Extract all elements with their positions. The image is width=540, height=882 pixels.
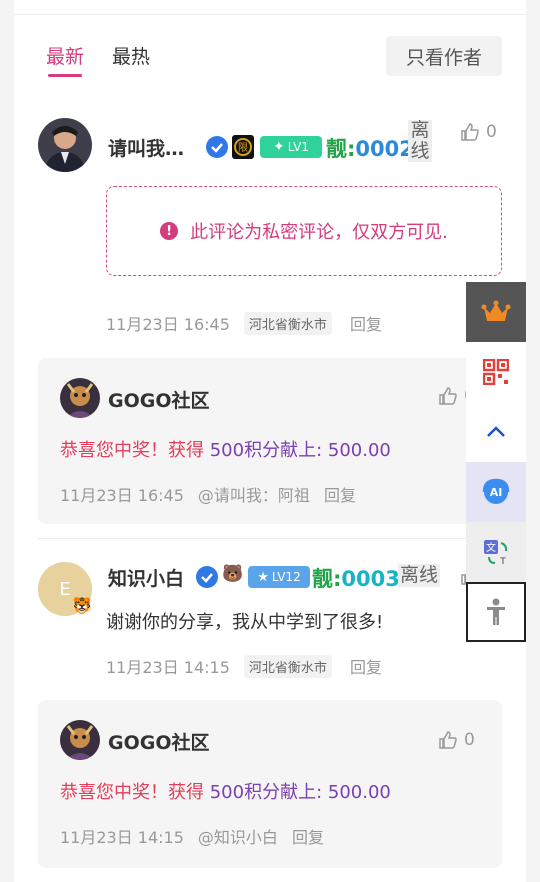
thumbs-up-icon (461, 123, 479, 141)
ai-icon: AI (482, 478, 510, 504)
svg-text:文: 文 (486, 541, 496, 554)
comment-meta: 11月23日 14:15 河北省衡水市 回复 (106, 654, 382, 678)
medal-icon: 限 (232, 135, 254, 159)
translate-button[interactable]: 文T (466, 522, 526, 582)
qrcode-button[interactable] (466, 342, 526, 402)
tab-latest[interactable]: 最新 (46, 42, 85, 77)
reply-text-amount: 500.00 (327, 782, 391, 803)
reply-text-amount: 500.00 (327, 440, 391, 461)
avatar[interactable] (60, 720, 100, 760)
avatar[interactable] (38, 118, 92, 172)
liang-number: 靓:0003 (312, 563, 400, 593)
level-badge: ★ LV12 (248, 566, 310, 588)
username[interactable]: 请叫我… (108, 134, 184, 161)
liang-digits: 0003 (341, 567, 400, 591)
svg-text:AI: AI (490, 486, 503, 499)
tab-hot-label: 最热 (112, 46, 151, 68)
location-tag: 河北省衡水市 (243, 654, 332, 678)
private-comment-notice: ! 此评论为私密评论，仅双方可见. (106, 186, 502, 276)
reply-text-points: 500积分献上: (209, 782, 323, 803)
tab-hot[interactable]: 最热 (112, 42, 150, 69)
reply-button[interactable]: 回复 (292, 828, 324, 847)
comment-time: 11月23日 16:45 (106, 315, 230, 334)
comment-time: 11月23日 14:15 (106, 658, 230, 677)
like-button[interactable]: 0 (438, 730, 475, 750)
level-text: LV1 (287, 140, 309, 154)
diamond-icon: ✦ (273, 139, 285, 155)
svg-text:T: T (499, 557, 506, 567)
accessibility-button[interactable] (466, 582, 526, 642)
like-count: 0 (486, 122, 497, 142)
comments-card: 最新 最热 只看作者 请叫我… 限 ✦ LV1 靓:0002 离线 0 ! 此评… (14, 0, 526, 882)
crown-icon (481, 300, 511, 321)
alert-icon: ! (160, 222, 179, 240)
level-badge: ✦ LV1 (260, 136, 322, 158)
like-count: 0 (464, 730, 475, 750)
reply-content: 恭喜您中奖！获得 500积分献上: 500.00 (60, 436, 391, 462)
ai-button[interactable]: AI (466, 462, 526, 522)
liang-digits: 0002 (355, 137, 414, 161)
reply-content: 恭喜您中奖！获得 500积分献上: 500.00 (60, 778, 391, 804)
reply-username[interactable]: GOGO社区 (108, 386, 210, 413)
page: 最新 最热 只看作者 请叫我… 限 ✦ LV1 靓:0002 离线 0 ! 此评… (0, 0, 540, 882)
accessibility-icon (487, 598, 505, 625)
reply-time: 11月23日 16:45 (60, 486, 184, 505)
reply-mention[interactable]: @知识小白 (198, 828, 278, 847)
reply-button[interactable]: 回复 (324, 486, 356, 505)
reply-box: GOGO社区 0 恭喜您中奖！获得 500积分献上: 500.00 11月23日… (38, 700, 502, 868)
private-notice-text: 此评论为私密评论，仅双方可见. (190, 222, 448, 243)
username[interactable]: 知识小白 (108, 564, 184, 591)
liang-prefix: 靓: (326, 137, 356, 161)
reply-text-prize: 恭喜您中奖！获得 (60, 440, 204, 461)
crown-button[interactable] (466, 282, 526, 342)
scroll-top-button[interactable] (466, 402, 526, 462)
bear-badge-icon: 🐻 (222, 564, 244, 584)
thumbs-up-icon (439, 387, 457, 405)
animal-badge-icon: 🐯 (72, 596, 92, 615)
like-button[interactable]: 0 (460, 122, 497, 142)
reply-text-prize: 恭喜您中奖！获得 (60, 782, 204, 803)
scroll-top-icon (487, 426, 505, 437)
comment-content: 谢谢你的分享，我从中学到了很多! (106, 612, 384, 633)
reply-username[interactable]: GOGO社区 (108, 728, 210, 755)
status-badge: 离线 (408, 120, 432, 162)
only-author-button[interactable]: 只看作者 (386, 36, 502, 76)
location-tag: 河北省衡水市 (243, 311, 332, 335)
reply-text-points: 500积分献上: (209, 440, 323, 461)
floating-toolbar: AI 文T (466, 282, 526, 642)
avatar[interactable] (60, 378, 100, 418)
active-tab-underline (48, 74, 82, 77)
verified-icon (196, 566, 218, 588)
sort-tabs: 最新 最热 只看作者 (14, 36, 526, 80)
reply-time: 11月23日 14:15 (60, 828, 184, 847)
translate-icon: 文T (484, 540, 508, 567)
verified-icon (206, 136, 228, 158)
level-text: LV12 (271, 570, 301, 584)
svg-text:限: 限 (238, 142, 248, 154)
liang-prefix: 靓: (312, 567, 342, 591)
status-badge: 离线 (398, 564, 441, 587)
star-icon: ★ (257, 569, 269, 585)
tab-latest-label: 最新 (46, 46, 85, 68)
comment-meta: 11月23日 16:45 河北省衡水市 回复 (106, 311, 382, 335)
thumbs-up-icon (439, 731, 457, 749)
top-strip (14, 0, 526, 15)
reply-button[interactable]: 回复 (350, 311, 382, 335)
reply-meta: 11月23日 16:45 @请叫我：阿祖 回复 (60, 482, 370, 506)
reply-meta: 11月23日 14:15 @知识小白 回复 (60, 824, 338, 848)
liang-number: 靓:0002 (326, 133, 414, 163)
reply-mention[interactable]: @请叫我：阿祖 (198, 486, 310, 505)
divider (38, 538, 526, 539)
reply-box: GOGO社区 0 恭喜您中奖！获得 500积分献上: 500.00 11月23日… (38, 358, 502, 524)
qrcode-icon (483, 359, 509, 385)
reply-button[interactable]: 回复 (350, 654, 382, 678)
